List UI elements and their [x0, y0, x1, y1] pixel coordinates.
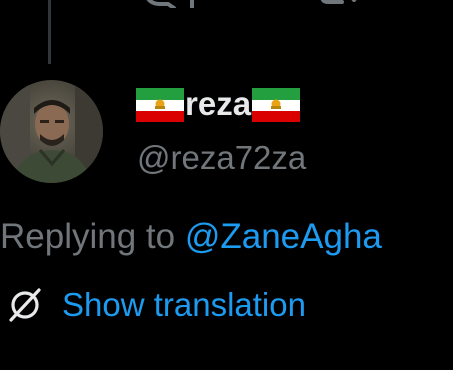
avatar-image — [0, 80, 103, 183]
reply-count-mark — [190, 0, 194, 8]
iran-flag-icon — [252, 88, 301, 122]
avatar[interactable] — [0, 80, 103, 183]
show-translation-label[interactable]: Show translation — [62, 283, 306, 327]
iran-flag-icon — [136, 88, 184, 122]
replying-to-label: Replying to — [0, 217, 176, 256]
thread-connector-line — [48, 0, 51, 64]
show-translation-button[interactable]: Show translation — [8, 282, 306, 328]
author-handle[interactable]: @reza72za — [137, 136, 306, 180]
globe-slash-icon — [9, 288, 41, 322]
replying-to-line: Replying to @ZaneAgha — [0, 214, 382, 260]
author-name-row[interactable]: reza — [136, 84, 301, 126]
retweet-icon[interactable] — [318, 0, 364, 8]
author-display-name[interactable]: reza — [185, 84, 251, 124]
reply-mention-link[interactable]: @ZaneAgha — [185, 217, 382, 256]
reply-icon[interactable] — [138, 0, 178, 8]
action-bar — [0, 0, 453, 10]
